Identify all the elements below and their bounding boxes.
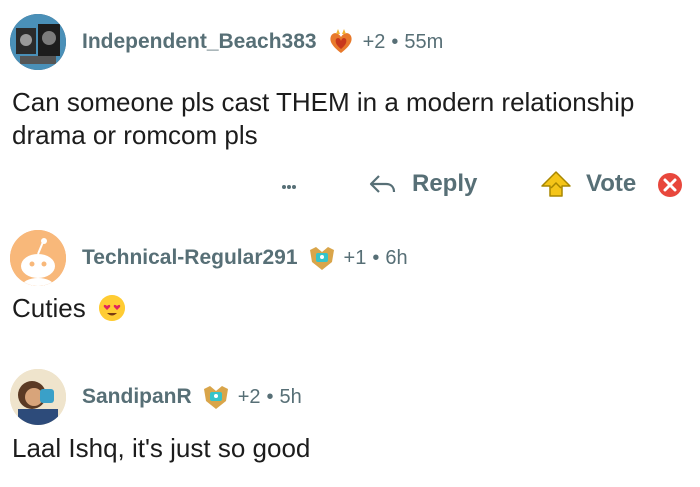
- reply-label: Reply: [412, 170, 478, 197]
- timestamp: 55m: [404, 30, 444, 53]
- comment-header: Independent_Beach383 +2 • 55m: [10, 14, 443, 70]
- comment-text: Can someone pls cast THEM in a modern re…: [12, 87, 635, 150]
- kebab-dot-icon: [291, 185, 296, 189]
- robot-avatar-icon: [10, 14, 66, 70]
- user-avatar[interactable]: [10, 230, 66, 286]
- username[interactable]: SandipanR: [82, 385, 192, 409]
- karma-count: +1: [343, 246, 367, 269]
- cartoon-avatar-icon: [10, 369, 66, 425]
- heart-eyes-emoji-icon: [98, 295, 125, 321]
- downvote-button[interactable]: [657, 172, 683, 198]
- reply-arrow-icon: [369, 175, 396, 193]
- shield-badge-icon: [309, 247, 334, 270]
- karma-count: +2: [237, 385, 261, 408]
- user-avatar[interactable]: [10, 369, 66, 425]
- comment-header: Technical-Regular291 +1 • 6h: [10, 230, 408, 286]
- karma-count: +2: [362, 30, 386, 53]
- shield-badge-icon: [203, 386, 228, 409]
- close-circle-icon: [658, 173, 682, 197]
- timestamp: 5h: [279, 385, 302, 408]
- comment-header: SandipanR +2 • 5h: [10, 369, 302, 425]
- kebab-dot-icon: [282, 185, 287, 189]
- comment-text: Laal Ishq, it's just so good: [12, 433, 311, 463]
- separator-dot: •: [266, 385, 274, 408]
- reply-button[interactable]: Reply: [368, 170, 477, 198]
- snoo-avatar-icon: [10, 230, 66, 286]
- username[interactable]: Independent_Beach383: [82, 30, 317, 54]
- vote-button[interactable]: Vote: [540, 170, 636, 198]
- timestamp: 6h: [385, 246, 408, 269]
- comment-text: Cuties: [12, 292, 682, 325]
- vote-label: Vote: [586, 170, 637, 197]
- kebab-dot-icon: [286, 185, 291, 189]
- more-options-button[interactable]: [282, 172, 296, 202]
- separator-dot: •: [391, 30, 399, 53]
- comment-actions: Reply Vote: [0, 168, 700, 208]
- username[interactable]: Technical-Regular291: [82, 246, 298, 270]
- separator-dot: •: [372, 246, 380, 269]
- upvote-arrow-icon: [541, 171, 571, 197]
- comment-text-content: Cuties: [12, 293, 86, 323]
- user-avatar[interactable]: [10, 14, 66, 70]
- fire-heart-icon: [330, 29, 352, 53]
